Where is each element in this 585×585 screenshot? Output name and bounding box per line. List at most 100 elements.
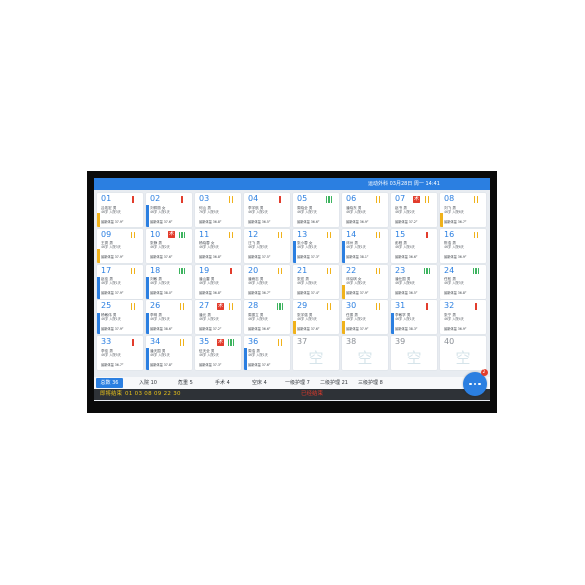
bed-card[interactable]: 21 张宏 男 46岁 入院4天 最新体温 37.4° xyxy=(293,264,339,299)
bed-card[interactable]: 10 张静 男 46岁 入院2天 最新体温 37.6° 术 xyxy=(146,228,192,263)
tab-critical[interactable]: 危重 5 xyxy=(178,380,193,386)
patient-temperature: 最新体温 36.5° xyxy=(395,291,418,295)
patient-temperature: 最新体温 36.7° xyxy=(444,219,467,224)
status-strip xyxy=(97,276,100,299)
nursing-level-mark xyxy=(423,196,431,203)
bed-card[interactable]: 30 任振 男 46岁 入院2天 最新体温 37.9° xyxy=(342,300,388,335)
patient-temperature: 最新体温 37.9° xyxy=(101,326,124,331)
nursing-level-mark xyxy=(178,303,186,310)
bed-number: 05 xyxy=(297,194,308,203)
level-bar xyxy=(181,267,183,274)
patient-info: 46岁 入院2天 xyxy=(395,209,415,214)
level-bar xyxy=(325,196,328,203)
level-bar xyxy=(330,196,333,203)
bed-card[interactable]: 28 周振立 男 46岁 入院5天 最新体温 36.6° xyxy=(244,300,290,335)
bed-card[interactable]: 27 潘元 男 46岁 入院2天 最新体温 37.2° 术 xyxy=(195,300,241,335)
bed-card[interactable]: 18 刘敏 男 46岁 入院2天 最新体温 38.0° xyxy=(146,264,192,299)
bed-number: 28 xyxy=(248,301,259,311)
bed-number: 34 xyxy=(150,337,161,346)
bed-card[interactable]: 34 潘天国 男 46岁 入院1天 最新体温 37.8° xyxy=(146,336,192,370)
bed-card[interactable]: 13 张小蓉 女 46岁 入院1天 最新体温 37.3° xyxy=(293,228,339,263)
empty-bed-card[interactable]: 37 空 xyxy=(293,336,339,370)
level-bar xyxy=(131,303,133,310)
bed-card[interactable]: 04 李宇航 男 46岁 入院2天 最新体温 36.5° xyxy=(244,193,290,227)
level-bar xyxy=(178,267,181,274)
bed-card[interactable]: 02 刘佩丽 女 46岁 入院1天 最新体温 37.6° xyxy=(146,193,192,227)
tab-level-2-care[interactable]: 二级护理 21 xyxy=(320,380,348,386)
bed-card[interactable]: 32 张宁 男 46岁 入院4天 最新体温 36.9° xyxy=(440,300,486,335)
patient-temperature: 最新体温 37.3° xyxy=(199,362,222,367)
level-bar xyxy=(229,196,231,203)
bed-card[interactable]: 09 王秀 男 46岁 入院3天 最新体温 37.9° xyxy=(97,228,143,263)
empty-bed-mark: 空 xyxy=(357,349,373,367)
empty-bed-card[interactable]: 40 空 xyxy=(440,336,486,370)
bed-card[interactable]: 08 刘飞 男 46岁 入院6天 最新体温 36.7° xyxy=(440,193,486,227)
nursing-level-mark xyxy=(423,303,431,310)
nursing-level-mark xyxy=(227,303,235,310)
bed-card[interactable]: 03 何山 男 76岁 入院5天 最新体温 36.8° xyxy=(195,193,241,227)
bed-number: 09 xyxy=(101,229,112,239)
bed-grid: 01 吕佑宏 男 46岁 入院3天 最新体温 37.9° 02 刘佩丽 女 46岁 入院1天… xyxy=(97,193,487,374)
patient-info: 46岁 入院5天 xyxy=(101,352,121,357)
tab-total[interactable]: 总数 36 xyxy=(96,378,123,388)
bed-card[interactable]: 06 潘晓东 男 46岁 入院4天 最新体温 36.9° xyxy=(342,193,388,227)
bed-card[interactable]: 11 杨晓蓉 女 46岁 入院5天 最新体温 36.8° xyxy=(195,228,241,263)
level-bar xyxy=(426,231,428,239)
bed-card[interactable]: 20 潘雨志 男 46岁 入院5天 最新体温 36.7° xyxy=(244,264,290,299)
nursing-level-mark xyxy=(325,231,333,239)
bed-number: 16 xyxy=(444,229,455,239)
bed-card[interactable]: 14 邓州 男 46岁 入院1天 最新体温 38.1° xyxy=(342,228,388,263)
bed-card[interactable]: 33 李佳 男 46岁 入院5天 最新体温 36.7° xyxy=(97,336,143,370)
bed-card[interactable]: 12 汪飞 男 46岁 入院3天 最新体温 37.5° xyxy=(244,228,290,263)
bed-card[interactable]: 26 李明 男 46岁 入院1天 最新体温 38.6° xyxy=(146,300,192,335)
bed-number: 18 xyxy=(150,265,161,275)
bed-card[interactable]: 07 赵书 男 46岁 入院2天 最新体温 37.2° 术 xyxy=(391,193,437,227)
bed-number: 24 xyxy=(444,265,455,275)
surgery-badge: 术 xyxy=(217,338,224,346)
tab-admission[interactable]: 入院 10 xyxy=(139,380,157,386)
bed-card[interactable]: 22 邓泓琪 女 46岁 入院2天 最新体温 37.9° xyxy=(342,264,388,299)
level-bar xyxy=(132,339,134,346)
patient-info: 46岁 入院2天 xyxy=(150,281,170,286)
bed-card[interactable]: 24 任松 男 46岁 入院3天 最新体温 36.8° xyxy=(440,264,486,299)
nursing-level-mark xyxy=(227,339,235,346)
level-bar xyxy=(231,196,233,203)
patient-temperature: 最新体温 37.9° xyxy=(101,291,124,295)
bed-card[interactable]: 17 赵佳 男 46岁 入院1天 最新体温 37.9° xyxy=(97,264,143,299)
bed-card[interactable]: 29 张宇强 男 46岁 入院3天 最新体温 37.6° xyxy=(293,300,339,335)
level-bar xyxy=(475,303,477,310)
level-bar xyxy=(327,231,329,239)
bed-card[interactable]: 25 杨敏伟 男 46岁 入院1天 最新体温 37.9° xyxy=(97,300,143,335)
bed-card[interactable]: 16 陈浩 男 46岁 入院6天 最新体温 36.9° xyxy=(440,228,486,263)
tab-level-1-care[interactable]: 一级护理 7 xyxy=(285,380,310,386)
bed-card[interactable]: 15 彭程 男 46岁 入院4天 最新体温 36.6° xyxy=(391,228,437,263)
level-bar xyxy=(327,267,329,274)
level-bar xyxy=(133,303,135,310)
level-bar xyxy=(427,196,429,203)
nursing-level-mark xyxy=(423,267,431,275)
bed-card[interactable]: 35 伍天全 男 46岁 入院2天 最新体温 37.3° 术 xyxy=(195,336,241,370)
level-bar xyxy=(279,303,281,310)
nursing-level-mark xyxy=(178,231,186,239)
bed-card[interactable]: 01 吕佑宏 男 46岁 入院3天 最新体温 37.9° xyxy=(97,193,143,227)
tab-surgery[interactable]: 手术 4 xyxy=(215,380,230,386)
bed-card[interactable]: 23 潘仕国 男 46岁 入院6天 最新体温 36.5° xyxy=(391,264,437,299)
tab-empty-beds[interactable]: 空床 4 xyxy=(252,380,267,386)
level-bar xyxy=(425,196,427,203)
bed-card[interactable]: 05 周晓全 男 46岁 入院7天 最新体温 36.6° xyxy=(293,193,339,227)
level-bar xyxy=(428,267,431,274)
empty-bed-card[interactable]: 38 空 xyxy=(342,336,388,370)
nursing-level-mark xyxy=(374,267,382,275)
bed-card[interactable]: 19 潘山雷 男 46岁 入院3天 最新体温 36.8° xyxy=(195,264,241,299)
bed-card[interactable]: 31 李敏学 男 46岁 入院1天 最新体温 38.3° xyxy=(391,300,437,335)
patient-info: 46岁 入院6天 xyxy=(395,281,415,286)
bed-number: 13 xyxy=(297,229,308,239)
level-bar xyxy=(476,231,478,239)
bed-number: 27 xyxy=(199,301,210,311)
nursing-level-mark xyxy=(129,231,137,239)
bed-card[interactable]: 36 周浩 男 46岁 入院1天 最新体温 37.6° xyxy=(244,336,290,370)
tab-level-3-care[interactable]: 三级护理 8 xyxy=(358,380,383,386)
bed-number: 33 xyxy=(101,337,112,346)
empty-bed-card[interactable]: 39 空 xyxy=(391,336,437,370)
patient-temperature: 最新体温 36.7° xyxy=(101,362,124,367)
